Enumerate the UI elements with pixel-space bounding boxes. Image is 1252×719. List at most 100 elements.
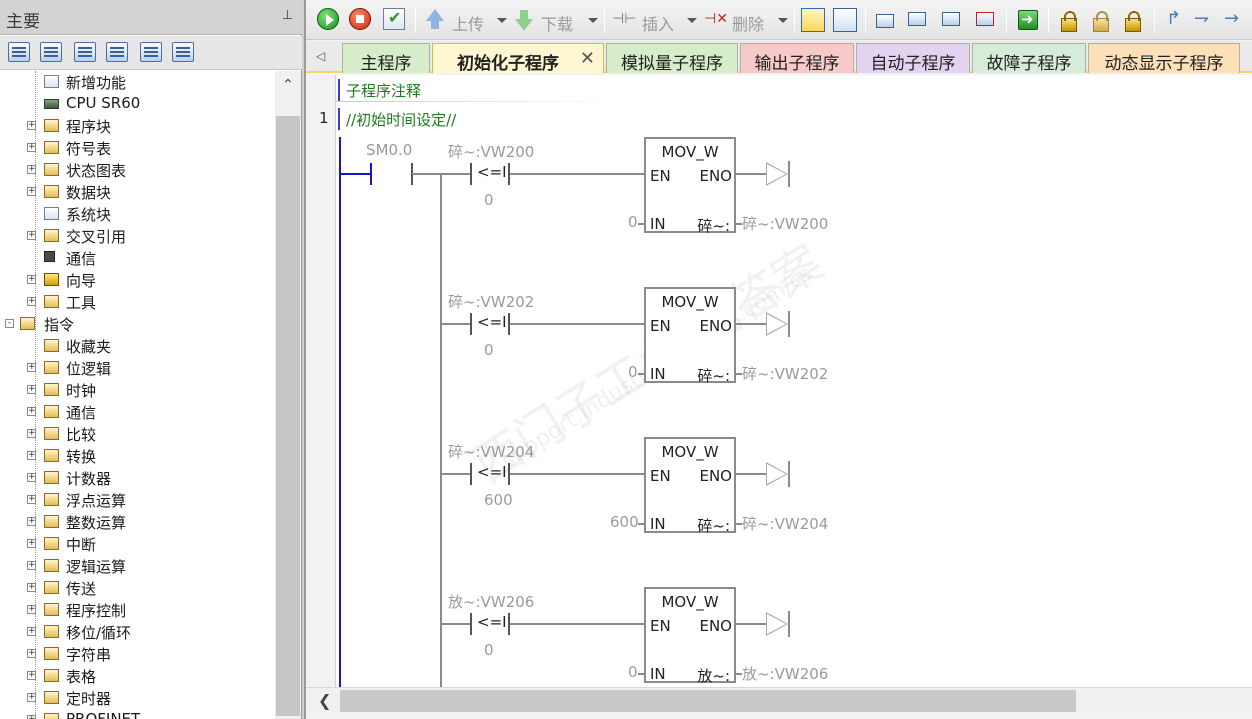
tree-item[interactable]: + 定时器: [0, 687, 274, 709]
in-value[interactable]: 0: [628, 663, 638, 681]
expand-icon[interactable]: +: [27, 649, 36, 658]
lock-icon[interactable]: [1061, 11, 1077, 32]
insert-button[interactable]: 插入: [642, 11, 674, 35]
expand-icon[interactable]: +: [27, 495, 36, 504]
in-value[interactable]: 0: [628, 363, 638, 381]
compare-value[interactable]: 0: [484, 341, 494, 359]
expand-icon[interactable]: +: [27, 275, 36, 284]
upload-button[interactable]: 上传: [452, 11, 484, 35]
expand-icon[interactable]: +: [27, 561, 36, 570]
scroll-left-icon[interactable]: ❮: [318, 691, 331, 710]
compare-operand[interactable]: 放~:VW206: [448, 591, 534, 612]
expand-icon[interactable]: +: [27, 539, 36, 548]
window-icon[interactable]: [140, 42, 162, 62]
scroll-up-icon[interactable]: ⌃: [275, 71, 301, 99]
insert-icon[interactable]: ⊣⊢: [612, 11, 636, 27]
box-icon[interactable]: [876, 14, 894, 28]
mov-w-box[interactable]: MOV_W EN ENO IN 碎~:: [644, 437, 736, 535]
expand-icon[interactable]: +: [27, 583, 36, 592]
tree-item[interactable]: + 程序块: [0, 115, 274, 137]
expand-icon[interactable]: +: [27, 605, 36, 614]
tab-dynamic-display-subroutine[interactable]: 动态显示子程序: [1088, 43, 1240, 74]
tree-item[interactable]: + 表格: [0, 665, 274, 687]
expand-icon[interactable]: +: [27, 121, 36, 130]
network-view-icon[interactable]: [801, 8, 825, 32]
mov-w-box[interactable]: MOV_W EN ENO IN 碎~:: [644, 137, 736, 235]
expand-icon[interactable]: +: [27, 143, 36, 152]
stop-icon[interactable]: [349, 8, 371, 30]
expand-icon[interactable]: +: [27, 671, 36, 680]
tree-item[interactable]: + 比较: [0, 423, 274, 445]
close-tab-icon[interactable]: ✕: [580, 48, 595, 69]
tab-analog-subroutine[interactable]: 模拟量子程序: [606, 43, 738, 74]
tree-item[interactable]: + 向导: [0, 269, 274, 291]
mov-w-box[interactable]: MOV_W EN ENO IN 碎~:: [644, 287, 736, 385]
insert-dropdown-icon[interactable]: [687, 18, 697, 23]
tree-item[interactable]: + 计数器: [0, 467, 274, 489]
out-value[interactable]: 碎~:VW204: [742, 513, 828, 534]
tab-init-subroutine[interactable]: 初始化子程序 ✕: [432, 43, 604, 74]
tree-item[interactable]: CPU SR60: [0, 93, 274, 115]
compare-operand[interactable]: 碎~:VW204: [448, 441, 534, 462]
expand-icon[interactable]: +: [27, 187, 36, 196]
tree-item[interactable]: + 程序控制: [0, 599, 274, 621]
tab-auto-subroutine[interactable]: 自动子程序: [856, 43, 970, 74]
tree-item[interactable]: + 转换: [0, 445, 274, 467]
out-value[interactable]: 碎~:VW202: [742, 363, 828, 384]
tree-item[interactable]: + PROFINET: [0, 709, 274, 719]
tree-item[interactable]: + 位逻辑: [0, 357, 274, 379]
tree-item[interactable]: + 传送: [0, 577, 274, 599]
table-icon[interactable]: [40, 42, 62, 62]
pin-icon[interactable]: ⊥: [282, 8, 293, 23]
upload-icon[interactable]: [426, 9, 444, 29]
tree-item[interactable]: + 通信: [0, 401, 274, 423]
expand-icon[interactable]: +: [27, 693, 36, 702]
download-icon[interactable]: [515, 10, 533, 31]
compare-value[interactable]: 0: [484, 641, 494, 659]
unlock-icon[interactable]: [1093, 11, 1109, 32]
tree-item[interactable]: + 字符串: [0, 643, 274, 665]
expand-icon[interactable]: +: [27, 165, 36, 174]
ladder-editor[interactable]: 1 子程序注释 //初始时间设定// 西门子工业 找答案 support.ind…: [306, 75, 1252, 687]
jump-back-icon[interactable]: [908, 12, 926, 26]
compare-value[interactable]: 0: [484, 191, 494, 209]
tab-output-subroutine[interactable]: 输出子程序: [740, 43, 854, 74]
expand-icon[interactable]: +: [27, 627, 36, 636]
subroutine-comment[interactable]: 子程序注释: [346, 80, 421, 101]
expand-icon[interactable]: +: [27, 297, 36, 306]
expand-icon[interactable]: +: [27, 363, 36, 372]
tree-item[interactable]: - 指令: [0, 313, 274, 335]
jump-forward-icon[interactable]: [942, 12, 960, 26]
hscroll-thumb[interactable]: [340, 690, 1076, 712]
tree-item[interactable]: 系统块: [0, 203, 274, 225]
expand-icon[interactable]: +: [27, 407, 36, 416]
tree-item[interactable]: 收藏夹: [0, 335, 274, 357]
comm-icon[interactable]: [172, 42, 194, 62]
editor-hscrollbar[interactable]: ❮: [306, 687, 1252, 713]
in-value[interactable]: 0: [628, 213, 638, 231]
tree-item[interactable]: + 状态图表: [0, 159, 274, 181]
network-comment[interactable]: //初始时间设定//: [346, 109, 456, 130]
tab-main-program[interactable]: 主程序: [342, 43, 430, 74]
branch-up-icon[interactable]: ↱: [1166, 8, 1181, 29]
goto-icon[interactable]: [1018, 10, 1038, 30]
document-icon[interactable]: [74, 42, 96, 62]
delete-icon[interactable]: ⊣✕: [704, 11, 728, 27]
tree-item[interactable]: + 符号表: [0, 137, 274, 159]
tree-item[interactable]: + 逻辑运算: [0, 555, 274, 577]
tree-item[interactable]: + 移位/循环: [0, 621, 274, 643]
compile-icon[interactable]: [383, 8, 405, 30]
expand-icon[interactable]: +: [27, 429, 36, 438]
tab-scroll-left-icon[interactable]: ◁: [316, 49, 325, 63]
tab-fault-subroutine[interactable]: 故障子程序: [972, 43, 1086, 74]
tree-item[interactable]: + 中断: [0, 533, 274, 555]
expand-icon[interactable]: +: [27, 473, 36, 482]
compare-operand[interactable]: 碎~:VW202: [448, 291, 534, 312]
collapse-icon[interactable]: -: [5, 319, 14, 328]
mov-w-box[interactable]: MOV_W EN ENO IN 放~:: [644, 587, 736, 685]
upload-dropdown-icon[interactable]: [497, 18, 507, 23]
line-icon[interactable]: →: [1224, 8, 1239, 29]
tree-item[interactable]: + 整数运算: [0, 511, 274, 533]
tree-item[interactable]: 通信: [0, 247, 274, 269]
in-value[interactable]: 600: [610, 513, 639, 531]
